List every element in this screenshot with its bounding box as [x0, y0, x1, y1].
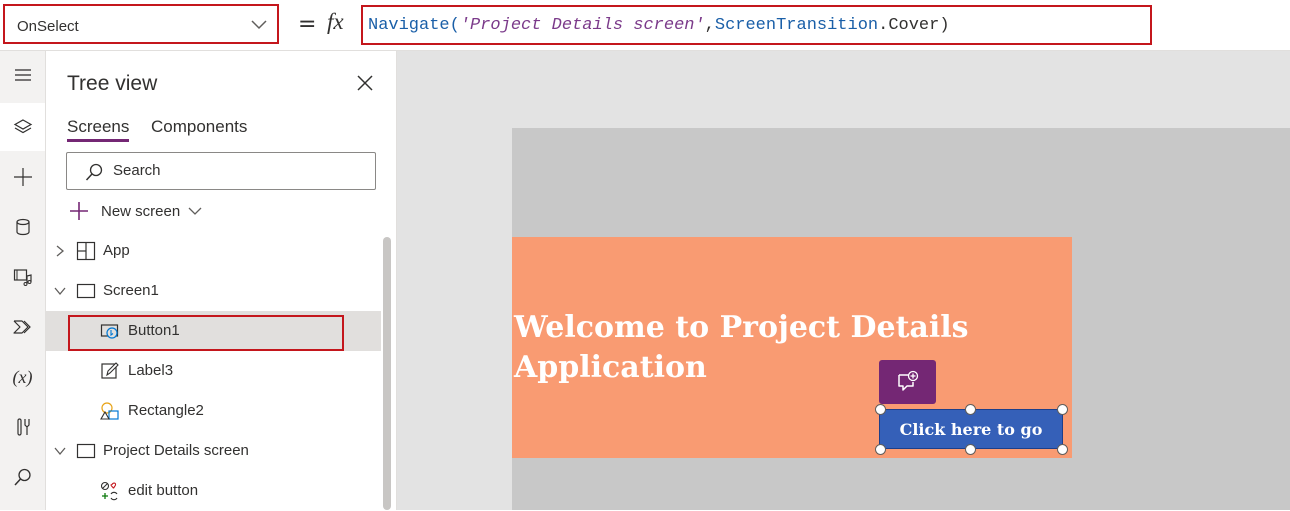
- fx-icon[interactable]: fx: [327, 9, 344, 35]
- screen-icon: [76, 283, 96, 299]
- comment-add-icon: [898, 370, 919, 391]
- label3-welcome-text[interactable]: Welcome to Project Details Application: [514, 308, 1034, 388]
- rail-data-button[interactable]: [0, 203, 45, 251]
- media-icon: [13, 269, 32, 286]
- rail-menu-button[interactable]: [0, 53, 45, 97]
- tree-item-project-details-screen[interactable]: Project Details screen: [46, 431, 381, 471]
- chevron-down-icon: [188, 207, 202, 215]
- close-icon[interactable]: [356, 74, 374, 92]
- tree-item-label: Label3: [128, 362, 174, 379]
- formula-close-paren: ): [939, 16, 950, 35]
- add-comment-button[interactable]: [879, 360, 936, 404]
- tree-view-title: Tree view: [67, 72, 158, 95]
- tree-search-box: [66, 152, 376, 190]
- new-screen-button[interactable]: New screen: [68, 199, 202, 223]
- formula-enum: ScreenTransition: [714, 16, 879, 35]
- database-icon: [15, 218, 30, 236]
- shapes-icon: [100, 402, 119, 420]
- flow-icon: [12, 320, 31, 334]
- formula-function: Navigate(: [368, 16, 460, 35]
- resize-handle-top-right[interactable]: [1057, 404, 1068, 415]
- tab-screens[interactable]: Screens: [67, 117, 130, 142]
- resize-handle-top-left[interactable]: [875, 404, 886, 415]
- rail-search-button[interactable]: [0, 453, 45, 501]
- formula-comma: ,: [704, 16, 715, 35]
- hamburger-icon: [14, 69, 31, 81]
- formula-code: Navigate('Project Details screen',Screen…: [368, 16, 950, 35]
- search-icon: [85, 163, 103, 181]
- property-dropdown[interactable]: OnSelect: [3, 4, 279, 44]
- chevron-down-icon[interactable]: [54, 285, 66, 297]
- property-dropdown-value: OnSelect: [17, 18, 79, 35]
- layers-icon: [13, 119, 32, 134]
- tree-item-label: App: [103, 242, 130, 259]
- tree-item-label: edit button: [128, 482, 199, 499]
- tools-icon: [16, 418, 30, 436]
- rail-advanced-tools-button[interactable]: [0, 403, 45, 451]
- rail-tree-view-button[interactable]: [0, 103, 45, 151]
- tree-search-input[interactable]: [111, 161, 365, 180]
- rail-variables-button[interactable]: (x): [0, 353, 45, 401]
- left-rail: (x): [0, 51, 46, 510]
- icon-control-icon: [100, 481, 118, 501]
- plus-icon: [13, 168, 32, 186]
- equals-sign: =: [298, 12, 317, 37]
- resize-handle-bottom[interactable]: [965, 444, 976, 455]
- tree-scrollbar[interactable]: [383, 237, 391, 510]
- rail-media-button[interactable]: [0, 253, 45, 301]
- button1-click-here[interactable]: Click here to go: [879, 409, 1063, 449]
- formula-enum-value: Cover: [888, 16, 940, 35]
- tree-item-label: Project Details screen: [103, 442, 249, 459]
- plus-icon: [70, 202, 88, 220]
- tree-item-app[interactable]: App: [46, 231, 381, 271]
- tab-components[interactable]: Components: [151, 117, 247, 137]
- formula-bar: OnSelect = fx Navigate('Project Details …: [0, 0, 1290, 51]
- chevron-right-icon[interactable]: [54, 245, 66, 257]
- selected-item-highlight: [68, 315, 344, 351]
- tree-item-label3[interactable]: Label3: [46, 351, 381, 391]
- tree-item-edit-button[interactable]: edit button: [46, 471, 381, 511]
- formula-dot: .: [878, 16, 889, 35]
- variables-icon: (x): [12, 366, 33, 387]
- screen-icon: [76, 443, 96, 459]
- tree-item-screen1[interactable]: Screen1: [46, 271, 381, 311]
- resize-handle-top[interactable]: [965, 404, 976, 415]
- chevron-down-icon[interactable]: [54, 445, 66, 457]
- label-edit-icon: [101, 362, 119, 379]
- chevron-down-icon: [251, 20, 267, 30]
- rail-power-automate-button[interactable]: [0, 303, 45, 351]
- formula-input[interactable]: Navigate('Project Details screen',Screen…: [361, 5, 1152, 45]
- resize-handle-bottom-left[interactable]: [875, 444, 886, 455]
- new-screen-label: New screen: [101, 202, 181, 220]
- tree-item-rectangle2[interactable]: Rectangle2: [46, 391, 381, 431]
- rail-insert-button[interactable]: [0, 153, 45, 201]
- formula-string-arg: 'Project Details screen': [459, 16, 705, 35]
- tree-view-panel: Tree view Screens Components New screen …: [46, 51, 397, 510]
- tree-item-label: Screen1: [103, 282, 159, 299]
- resize-handle-bottom-right[interactable]: [1057, 444, 1068, 455]
- app-icon: [76, 241, 96, 261]
- search-icon: [13, 468, 31, 486]
- tree-item-label: Rectangle2: [128, 402, 204, 419]
